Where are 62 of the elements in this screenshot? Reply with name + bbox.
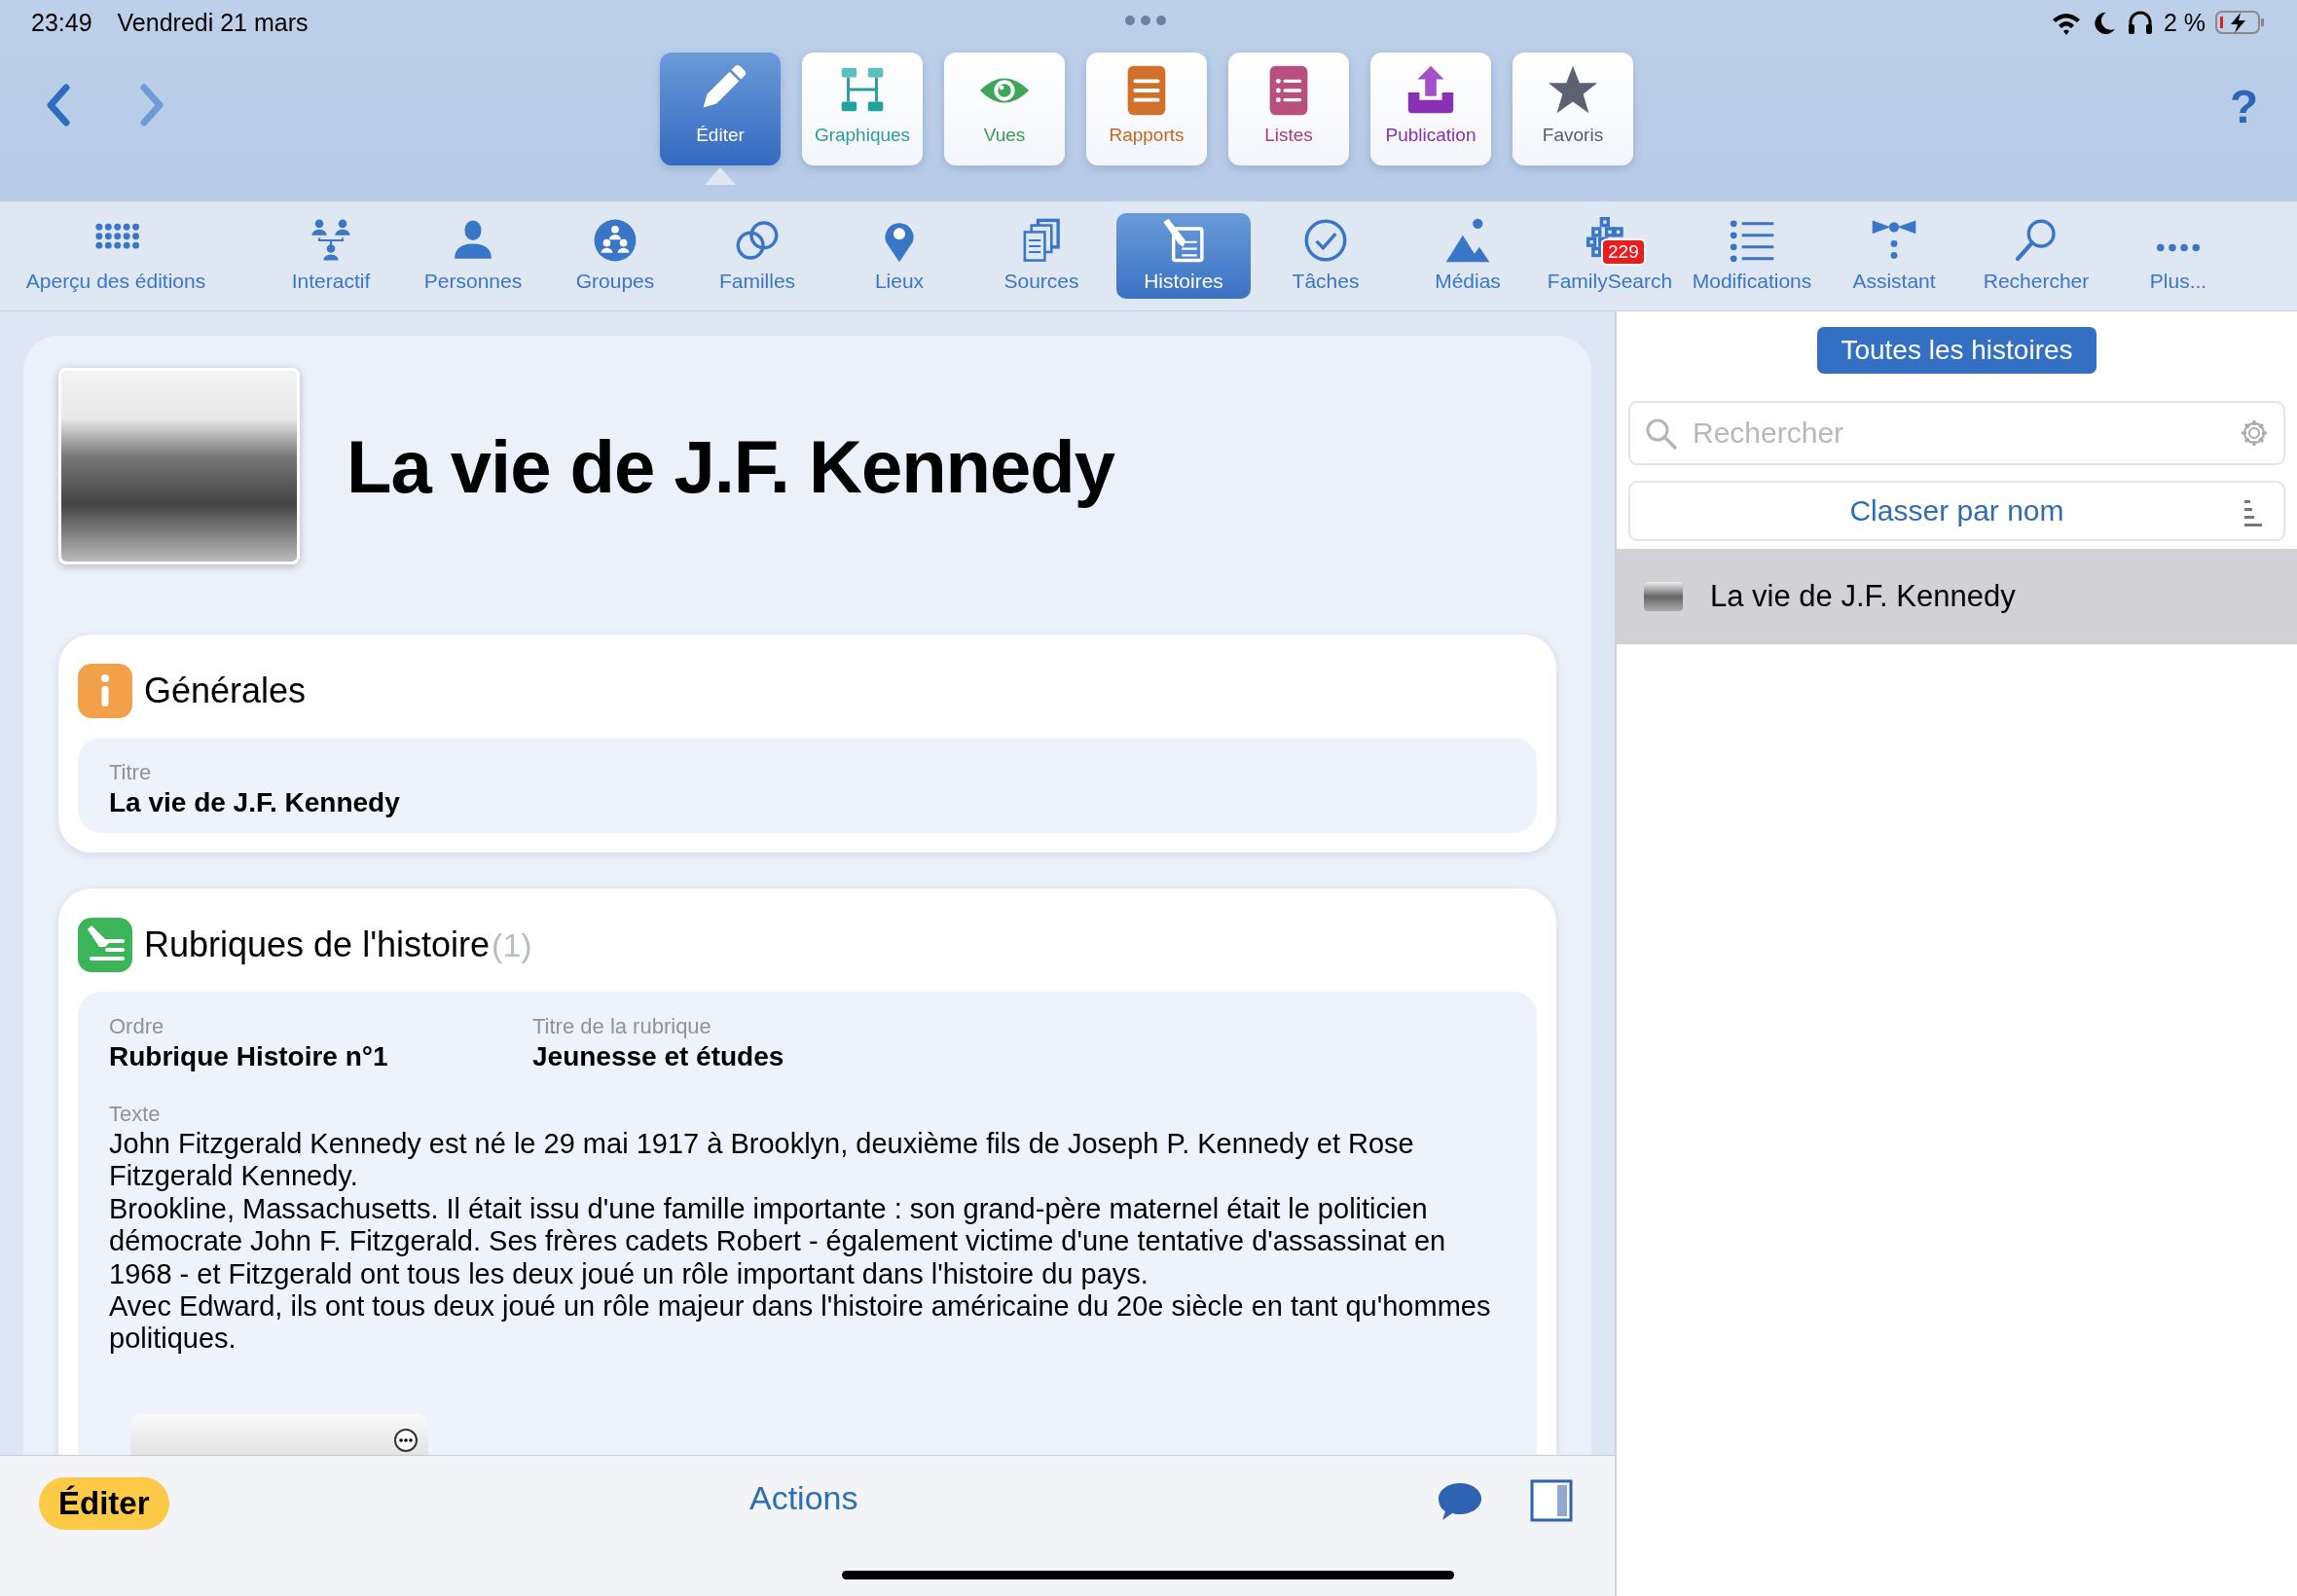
group-icon bbox=[592, 217, 638, 264]
sidebar-toggle-icon[interactable] bbox=[1530, 1479, 1573, 1522]
app-tab[interactable]: Vues bbox=[944, 53, 1065, 165]
search-input[interactable]: Rechercher bbox=[1691, 416, 2225, 451]
toolbar-button[interactable]: Histoires bbox=[1116, 213, 1251, 299]
app-tab[interactable]: Listes bbox=[1228, 53, 1349, 165]
app-tab[interactable]: Graphiques bbox=[802, 53, 923, 165]
story-list-label: La vie de J.F. Kennedy bbox=[1710, 579, 2016, 614]
thumbnail-placeholder bbox=[1644, 582, 1683, 611]
app-tab[interactable]: Publication bbox=[1370, 53, 1491, 165]
field-value: Jeunesse et études bbox=[532, 1040, 784, 1073]
mountains-icon bbox=[1444, 217, 1491, 264]
field-label: Texte bbox=[109, 1101, 162, 1128]
field-value: La vie de J.F. Kennedy bbox=[109, 786, 401, 819]
toolbar-button[interactable]: Assistant bbox=[1823, 213, 1965, 299]
settings-icon[interactable] bbox=[2239, 417, 2270, 449]
toolbar-button[interactable]: Rechercher bbox=[1965, 213, 2107, 299]
actions-link[interactable]: Actions bbox=[749, 1479, 858, 1517]
search-field[interactable]: Rechercher bbox=[1628, 401, 2285, 465]
info-icon bbox=[78, 664, 132, 718]
sort-button[interactable]: Classer par nom bbox=[1628, 481, 2285, 541]
more-icon[interactable] bbox=[393, 1427, 419, 1453]
more-icon bbox=[2157, 243, 2200, 252]
toolbar-button[interactable]: Plus... bbox=[2107, 213, 2249, 299]
toolbar-button[interactable]: Sources bbox=[970, 213, 1112, 299]
battery-percent: 2 % bbox=[2163, 8, 2206, 37]
field-value: Rubrique Histoire n°1 bbox=[109, 1040, 389, 1073]
toolbar-button[interactable]: Familles bbox=[686, 213, 828, 299]
toolbar-button[interactable]: Modifications bbox=[1681, 213, 1823, 299]
section-heading: Rubriques de l'histoire bbox=[144, 925, 491, 965]
toolbar-button[interactable]: FamilySearch 229 bbox=[1539, 213, 1681, 299]
story-list-item[interactable]: La vie de J.F. Kennedy bbox=[1617, 549, 2297, 644]
field-label: Titre de la rubrique bbox=[532, 1013, 712, 1040]
edit-button[interactable]: Éditer bbox=[39, 1477, 169, 1530]
toolbar-button[interactable]: Groupes bbox=[544, 213, 686, 299]
toolbar-button[interactable]: Aperçu des éditions bbox=[0, 213, 232, 299]
section-pencil-icon bbox=[78, 918, 132, 972]
checkmark-circle-icon bbox=[1302, 217, 1349, 264]
search-icon bbox=[1644, 417, 1677, 450]
sort-icon bbox=[2242, 498, 2264, 527]
app-tab[interactable]: Rapports bbox=[1086, 53, 1207, 165]
toolbar-button[interactable]: Lieux bbox=[828, 213, 970, 299]
help-button[interactable]: ? bbox=[2229, 80, 2258, 133]
app-tab[interactable]: Éditer bbox=[660, 53, 781, 165]
toolbar-button[interactable]: Personnes bbox=[402, 213, 544, 299]
battery-icon bbox=[2215, 10, 2266, 35]
toolbar-button[interactable]: Médias bbox=[1397, 213, 1539, 299]
clock-time: 23:49 bbox=[31, 8, 92, 37]
toolbar-button[interactable]: Tâches bbox=[1255, 213, 1397, 299]
status-date: Vendredi 21 mars bbox=[117, 8, 309, 37]
headphones-icon bbox=[2126, 9, 2154, 36]
filter-button[interactable]: Toutes les histoires bbox=[1817, 327, 2096, 374]
story-text: John Fitzgerald Kennedy est né le 29 mai 1917 à Brooklyn, deuxième fils de Joseph P. Kennedy et Rose Fitzgerald Kennedy. Brookline, Massachusetts. Il était issu d'une famille importante : son grand-père maternel était le politicien démocrate John F. Fitzgerald. Ses frères cadets Robert - également victime d'une tentative d'assassinat en 1968 - et Fitzgerald ont tous les deux joué un rôle important dans l'histoire du pays. Avec Edward, ils ont tous deux joué un rôle majeur dans l'histoire américaine du 20e siècle en tant qu'hommes politiques. bbox=[109, 1128, 1492, 1356]
story-title: La vie de J.F. Kennedy bbox=[346, 423, 1114, 509]
list-icon bbox=[1729, 217, 1775, 264]
app-tab[interactable]: Favoris bbox=[1513, 53, 1633, 165]
section-count: (1) bbox=[492, 925, 532, 964]
field-label: Ordre bbox=[109, 1013, 165, 1040]
toolbar-button[interactable]: Interactif bbox=[260, 213, 402, 299]
section-heading: Générales bbox=[144, 671, 307, 711]
count-badge: 229 bbox=[1601, 238, 1646, 266]
field-label: Titre bbox=[109, 759, 153, 786]
